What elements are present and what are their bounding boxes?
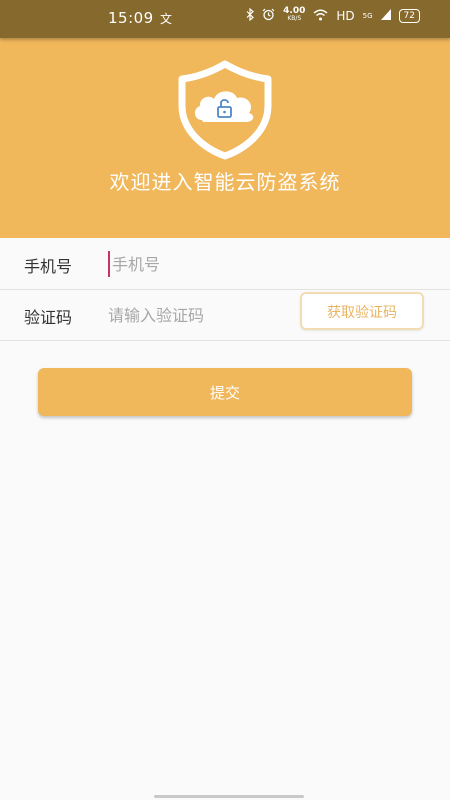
bluetooth-icon: [246, 7, 255, 24]
signal-label: 5G: [362, 12, 373, 20]
phone-label: 手机号: [24, 257, 73, 276]
signal-icon: [380, 9, 391, 23]
status-icons: 4.00 KB/S HD 5G 72: [246, 7, 420, 24]
verification-code-label: 验证码: [24, 308, 73, 327]
phone-input[interactable]: [108, 251, 292, 277]
speed-unit: KB/S: [287, 15, 302, 22]
ime-indicator: 文: [160, 12, 173, 26]
submit-button[interactable]: 提交: [38, 368, 412, 416]
battery-level: 72: [403, 11, 415, 21]
status-time: 15:09: [108, 9, 154, 27]
get-code-button[interactable]: 获取验证码: [300, 292, 424, 330]
network-type-label: HD: [336, 9, 355, 23]
verification-code-input[interactable]: [108, 302, 288, 328]
app-title: 欢迎进入智能云防盗系统: [109, 170, 341, 194]
phone-row: 手机号: [0, 239, 450, 290]
alarm-icon: [262, 8, 275, 24]
network-speed: 4.00 KB/S: [283, 7, 305, 23]
speed-value: 4.00: [283, 6, 306, 16]
verification-code-row: 验证码 获取验证码: [0, 290, 450, 341]
wifi-icon: [313, 9, 328, 24]
battery-icon: 72: [398, 9, 420, 23]
app-header: 欢迎进入智能云防盗系统: [0, 38, 450, 238]
status-bar: 15:09 文 4.00 KB/S HD 5G 72: [0, 0, 450, 38]
shield-cloud-lock-icon: [172, 60, 278, 164]
home-indicator[interactable]: [154, 795, 304, 798]
